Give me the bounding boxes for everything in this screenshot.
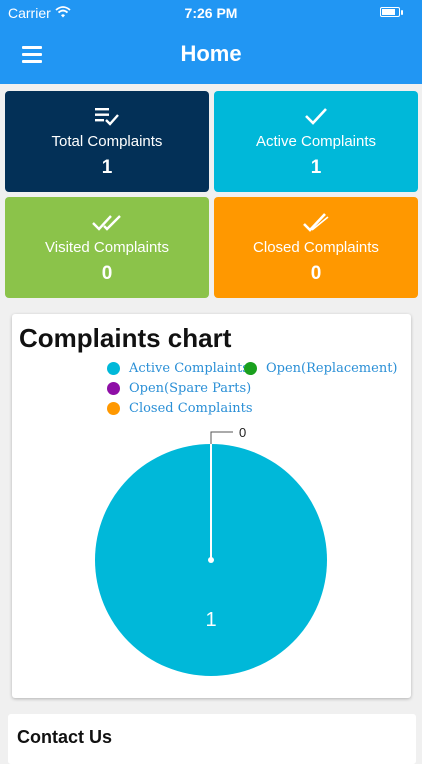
status-bar: Carrier 7:26 PM [0,0,422,26]
page-title: Home [180,41,242,66]
pie-center-dot [208,557,214,563]
contact-us-section[interactable]: Contact Us [8,714,416,764]
card-value: 1 [101,157,113,178]
active-complaints-card[interactable]: Active Complaints 1 [214,91,418,192]
closed-complaints-card[interactable]: Closed Complaints 0 [214,197,418,298]
card-value: 1 [310,157,322,178]
clock: 7:26 PM [184,5,238,21]
data-label-active: 1 [205,609,216,631]
pie-chart: 01 [95,425,327,676]
data-label-zero: 0 [239,425,246,440]
card-label: Total Complaints [51,133,163,150]
check-badge-icon [214,211,418,235]
total-complaints-card[interactable]: Total Complaints 1 [5,91,209,192]
card-value: 0 [310,263,322,284]
card-label: Closed Complaints [253,239,379,256]
card-label: Visited Complaints [45,239,169,256]
check-icon [214,105,418,129]
complaints-chart-card: Complaints chart Active Complaints Open(… [12,314,411,698]
app-bar: Home [0,26,422,84]
visited-complaints-card[interactable]: Visited Complaints 0 [5,197,209,298]
data-label-leader [210,431,233,444]
checklist-icon [5,105,209,129]
card-label: Active Complaints [255,133,377,150]
battery-icon [380,7,403,17]
contact-us-title: Contact Us [17,727,113,747]
card-value: 0 [101,263,113,284]
double-check-icon [5,211,209,235]
